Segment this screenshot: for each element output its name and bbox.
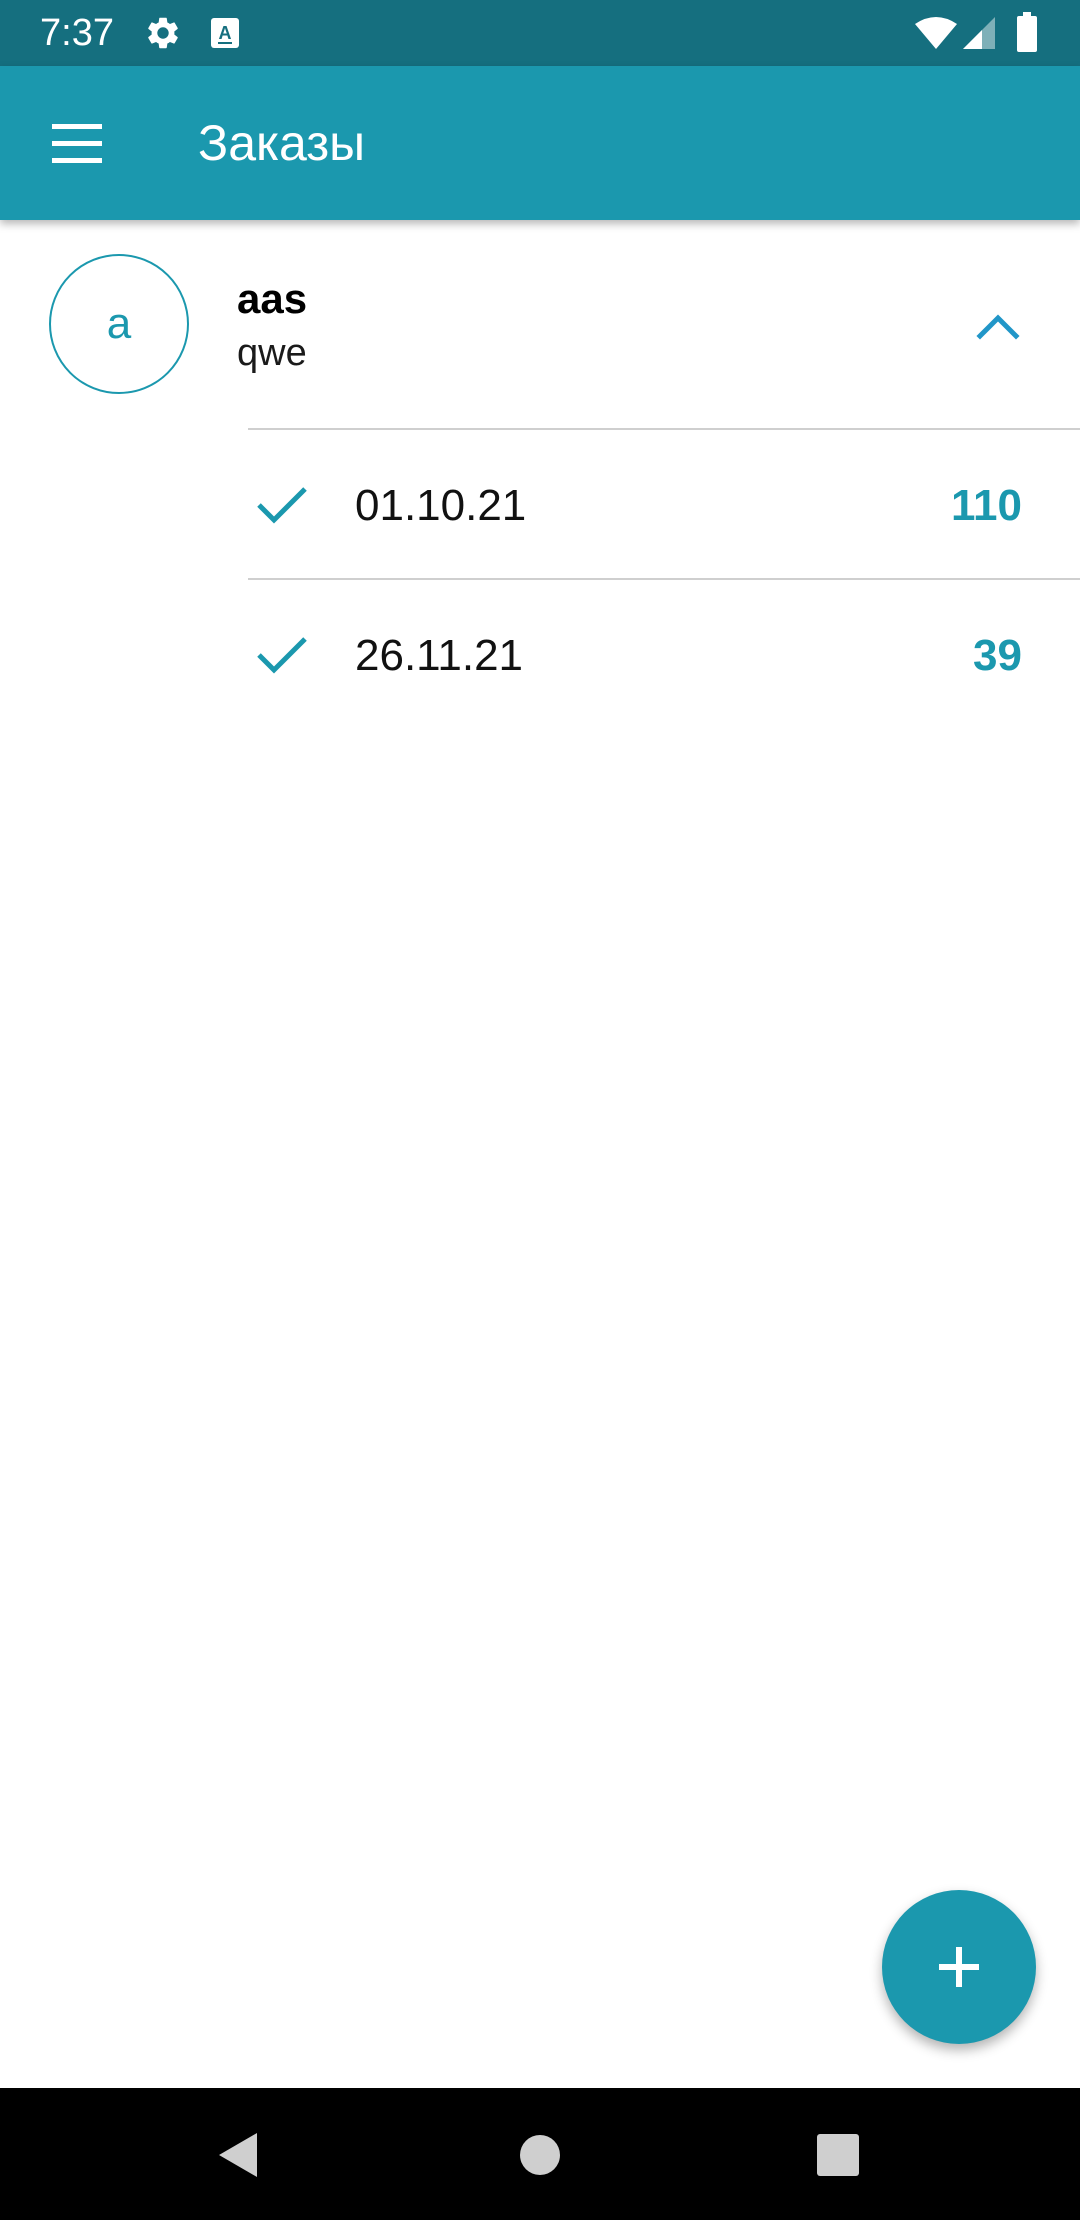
- app-bar: Заказы: [0, 66, 1080, 220]
- menu-button[interactable]: [36, 108, 118, 180]
- home-button[interactable]: [495, 2110, 585, 2200]
- navigation-bar: [0, 2088, 1080, 2220]
- order-date: 01.10.21: [355, 481, 527, 530]
- battery-icon: [1016, 12, 1038, 57]
- text-a-icon: A: [210, 17, 240, 54]
- cell-signal-icon: [962, 16, 996, 55]
- orders-screen: 7:37 A Заказы a aas qwe 01.10.21 110 26.…: [0, 0, 1080, 2220]
- avatar: a: [49, 254, 189, 394]
- home-icon: [495, 2135, 585, 2204]
- status-bar: 7:37 A: [0, 0, 1080, 66]
- add-order-button[interactable]: [882, 1890, 1036, 2044]
- order-row[interactable]: 01.10.21 110: [248, 428, 1080, 578]
- collapse-button[interactable]: [962, 290, 1034, 362]
- check-icon: [254, 626, 310, 682]
- order-date: 26.11.21: [355, 631, 524, 680]
- customer-subtitle: qwe: [237, 332, 307, 374]
- svg-text:A: A: [219, 23, 232, 43]
- check-icon: [254, 476, 310, 532]
- hamburger-menu-icon: [36, 124, 118, 184]
- customer-name: aas: [237, 275, 308, 322]
- status-time: 7:37: [40, 12, 114, 54]
- customer-group-header[interactable]: a aas qwe: [0, 220, 1080, 428]
- wifi-icon: [914, 16, 958, 55]
- order-row[interactable]: 26.11.21 39: [248, 578, 1080, 728]
- back-button[interactable]: [195, 2110, 285, 2200]
- order-amount: 110: [951, 481, 1022, 530]
- recents-icon: [793, 2134, 883, 2204]
- recents-button[interactable]: [793, 2110, 883, 2200]
- settings-icon: [144, 14, 182, 57]
- page-title: Заказы: [198, 115, 366, 171]
- order-amount: 39: [973, 631, 1022, 680]
- chevron-up-icon: [962, 314, 1034, 366]
- back-icon: [195, 2133, 285, 2204]
